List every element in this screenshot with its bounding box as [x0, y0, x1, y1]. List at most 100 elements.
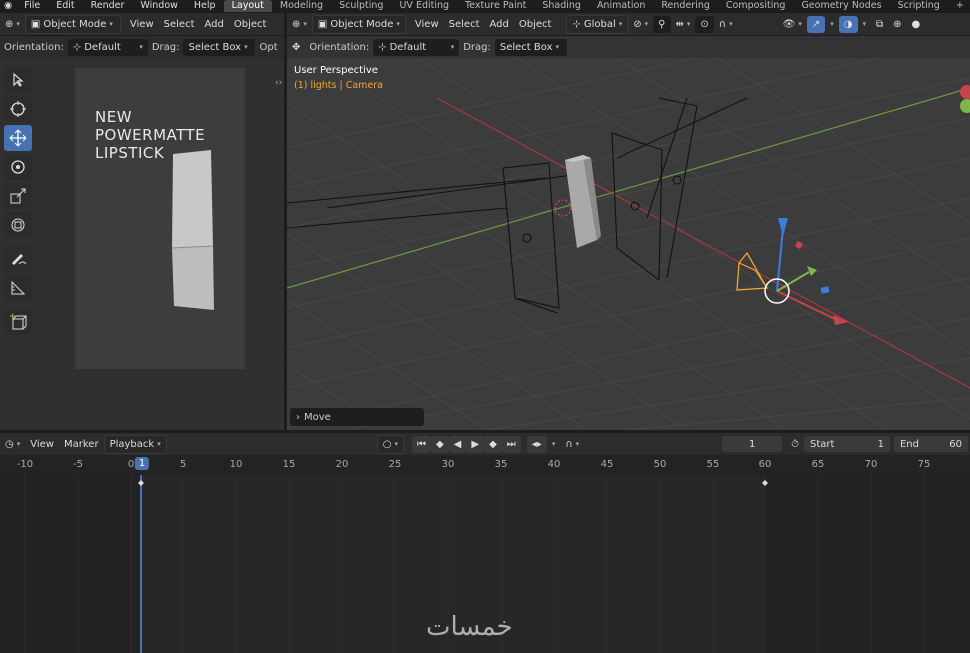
jump-end-icon[interactable]: ⏭ — [501, 435, 521, 453]
visibility-icon[interactable]: 👁 ▾ — [778, 16, 807, 33]
chevron-down-icon: ▾ — [139, 43, 143, 51]
overlays-dropdown-icon[interactable]: ▾ — [858, 16, 872, 33]
select-tool-icon[interactable] — [4, 67, 32, 93]
collapse-arrow-icon[interactable]: ‹› — [275, 78, 282, 88]
ruler-tick: 55 — [706, 459, 720, 470]
tab-scripting[interactable]: Scripting — [890, 0, 948, 12]
autokey-toggle-icon[interactable]: ○ ▾ — [376, 434, 404, 454]
editor-type-icon[interactable]: ⊕ ▾ — [287, 16, 312, 33]
drag-select[interactable]: Select Box ▾ — [183, 38, 256, 56]
tab-sculpting[interactable]: Sculpting — [331, 0, 391, 12]
mode-select[interactable]: ▣ Object Mode ▾ — [24, 14, 121, 34]
ruler-tick: 20 — [335, 459, 349, 470]
menu-object[interactable]: Object — [229, 16, 272, 33]
nav-x-axis-icon[interactable] — [960, 85, 970, 99]
3d-viewport[interactable] — [287, 58, 970, 430]
xray-icon[interactable]: ⧉ — [871, 16, 888, 33]
orientation-select[interactable]: ⊹ Default ▾ — [67, 38, 148, 56]
playhead-frame-label[interactable]: 1 — [134, 457, 150, 470]
last-operation-panel[interactable]: › Move — [290, 408, 424, 426]
nav-y-axis-icon[interactable] — [960, 99, 970, 113]
play-icon[interactable]: ▶ — [466, 435, 485, 453]
timeline-ruler[interactable]: -10 -5 0 1 5 10 15 20 25 30 35 40 45 50 … — [0, 455, 970, 475]
viewport-drag-select[interactable]: Select Box ▾ — [494, 38, 567, 56]
viewport-menu-view[interactable]: View — [410, 16, 444, 33]
tab-animation[interactable]: Animation — [589, 0, 653, 12]
tab-texture-paint[interactable]: Texture Paint — [457, 0, 534, 12]
tab-geometry-nodes[interactable]: Geometry Nodes — [793, 0, 889, 12]
wireframe-shading-icon[interactable]: ⊕ — [888, 16, 906, 33]
ruler-tick: -5 — [73, 459, 83, 470]
keying-icon[interactable]: ◂▸ — [526, 435, 547, 453]
menu-select[interactable]: Select — [159, 16, 200, 33]
preview-range-icon[interactable]: ⏱ — [786, 436, 804, 453]
tab-compositing[interactable]: Compositing — [718, 0, 794, 12]
snap-icon[interactable]: ⚲ — [653, 15, 671, 33]
transform-space-select[interactable]: ⊹ Global ▾ — [566, 14, 629, 34]
viewport-tool-settings: ✥ Orientation: ⊹ Default ▾ Drag: Select … — [287, 36, 970, 58]
drag-label: Drag: — [151, 41, 180, 53]
floor-grid — [287, 58, 970, 430]
scale-tool-icon[interactable] — [4, 183, 32, 209]
menu-render[interactable]: Render — [83, 0, 133, 12]
gizmo-dropdown-icon[interactable]: ▾ — [825, 16, 839, 33]
gizmo-toggle-icon[interactable]: ↗ — [806, 15, 826, 33]
editor-type-icon[interactable]: ⊕ ▾ — [0, 16, 25, 33]
ruler-tick: -10 — [16, 459, 34, 470]
chevron-down-icon: ▾ — [109, 20, 113, 28]
options-label[interactable]: Opt — [255, 42, 281, 53]
viewport-orientation-select[interactable]: ⊹ Default ▾ — [373, 38, 460, 56]
menu-add[interactable]: Add — [200, 16, 229, 33]
solid-shading-icon[interactable]: ● — [907, 16, 926, 33]
rotate-tool-icon[interactable] — [4, 154, 32, 180]
transform-tool-icon[interactable] — [4, 212, 32, 238]
blender-logo-icon[interactable]: ◉ — [0, 0, 16, 12]
viewport-menu-object[interactable]: Object — [514, 16, 557, 33]
timeline-menu-marker[interactable]: Marker — [59, 436, 104, 453]
ruler-tick: 40 — [547, 459, 561, 470]
jump-start-icon[interactable]: ⏮ — [411, 435, 431, 453]
tab-rendering[interactable]: Rendering — [653, 0, 718, 12]
light-wireframes — [287, 97, 748, 314]
orientation-icon: ⊹ — [378, 41, 387, 53]
viewport-header: ⊕ ▾ ▣ Object Mode ▾ View Select Add Objec… — [287, 13, 970, 35]
timeline-editor-type-icon[interactable]: ◷ ▾ — [0, 436, 25, 453]
next-keyframe-icon[interactable]: ◆ — [484, 435, 502, 453]
current-frame-field[interactable]: 1 — [722, 436, 783, 452]
ruler-tick: 45 — [600, 459, 614, 470]
menu-file[interactable]: File — [16, 0, 48, 12]
play-reverse-icon[interactable]: ◀ — [448, 435, 467, 453]
onion-icon[interactable]: ∩ ▾ — [560, 436, 584, 453]
end-frame-field[interactable]: End 60 — [893, 436, 968, 452]
tool-shelf — [2, 64, 36, 338]
tab-shading[interactable]: Shading — [534, 0, 589, 12]
overlays-icon[interactable]: ◑ — [838, 15, 858, 33]
viewport-mode-select[interactable]: ▣ Object Mode ▾ — [311, 14, 406, 34]
measure-tool-icon[interactable] — [4, 275, 32, 301]
menu-help[interactable]: Help — [186, 0, 224, 12]
start-frame-field[interactable]: Start 1 — [803, 436, 890, 452]
annotate-tool-icon[interactable] — [4, 246, 32, 272]
menu-view[interactable]: View — [125, 16, 159, 33]
add-cube-tool-icon[interactable] — [4, 309, 32, 335]
playback-menu[interactable]: Playback ▾ — [103, 434, 167, 454]
snap-settings-icon[interactable]: ⇹ ▾ — [671, 16, 696, 33]
tab-uv-editing[interactable]: UV Editing — [391, 0, 457, 12]
tab-modeling[interactable]: Modeling — [272, 0, 331, 12]
pivot-icon[interactable]: ⊘ ▾ — [628, 16, 653, 33]
menu-edit[interactable]: Edit — [48, 0, 82, 12]
move-tool-icon[interactable] — [4, 125, 32, 151]
falloff-icon[interactable]: ∩ ▾ — [714, 16, 738, 33]
x-axis-line — [436, 97, 970, 389]
tab-layout[interactable]: Layout — [223, 0, 272, 12]
add-workspace-icon[interactable]: + — [948, 0, 970, 12]
viewport-menu-add[interactable]: Add — [485, 16, 514, 33]
menu-window[interactable]: Window — [132, 0, 185, 12]
proportional-edit-icon[interactable]: ⊙ — [695, 15, 714, 33]
reference-image: NEW POWERMATTE LIPSTICK — [75, 68, 245, 369]
keying-dropdown-icon[interactable]: ▾ — [547, 436, 561, 453]
viewport-menu-select[interactable]: Select — [444, 16, 485, 33]
timeline-menu-view[interactable]: View — [25, 436, 59, 453]
cursor-tool-icon[interactable] — [4, 96, 32, 122]
prev-keyframe-icon[interactable]: ◆ — [430, 435, 449, 453]
